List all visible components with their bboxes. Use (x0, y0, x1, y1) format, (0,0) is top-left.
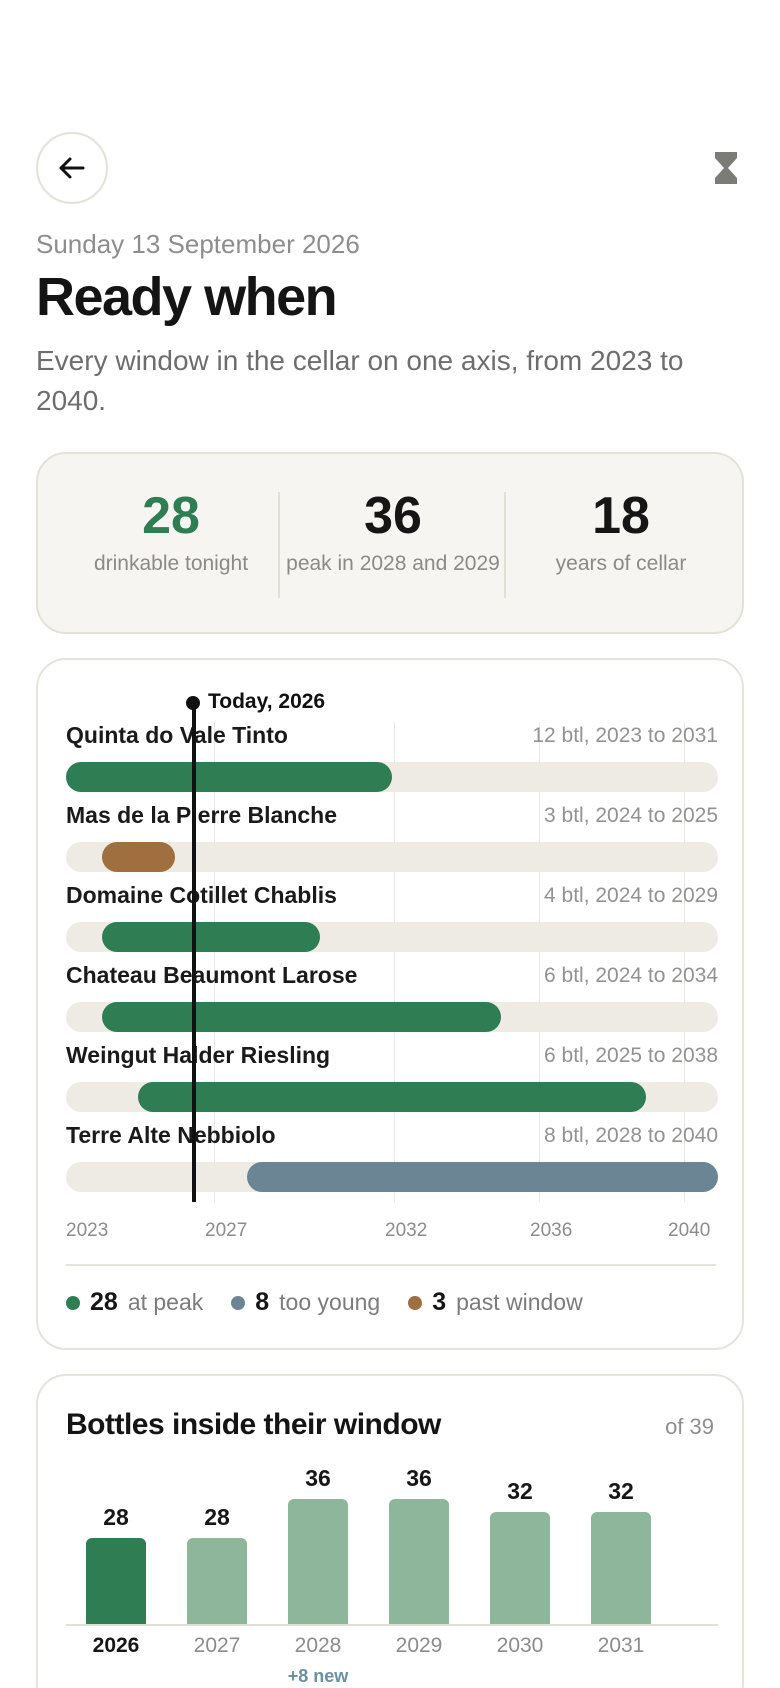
wine-name: Domaine Cotillet Chablis (66, 882, 337, 908)
legend-count: 28 (90, 1288, 118, 1316)
page-title: Ready when (36, 267, 338, 327)
wine-window-meta: 4 btl, 2024 to 2029 (544, 884, 718, 907)
bar-year-label: 2026 (92, 1634, 140, 1657)
wine-window-meta: 12 btl, 2023 to 2031 (532, 724, 718, 747)
drinking-window-bar (102, 842, 175, 872)
chart-baseline (66, 1624, 718, 1626)
legend-dot (408, 1295, 423, 1310)
wine-window-meta: 8 btl, 2028 to 2040 (544, 1124, 718, 1147)
window-track (66, 1002, 718, 1032)
legend-label: at peak (127, 1289, 204, 1315)
today-marker-label: Today, 2026 (208, 690, 326, 713)
wine-name: Chateau Beaumont Larose (66, 962, 358, 988)
bar-value-label: 32 (608, 1477, 634, 1504)
stat-drinkable-tonight: 28 drinkable tonight (60, 486, 282, 578)
wine-row[interactable]: Mas de la Pierre Blanche 3 btl, 2024 to 2… (66, 802, 718, 874)
window-track (66, 762, 718, 792)
stat-label: peak in 2028 and 2029 (286, 552, 500, 575)
legend-count: 3 (432, 1288, 447, 1316)
wine-name: Mas de la Pierre Blanche (66, 802, 338, 828)
drinking-window-bar (102, 922, 320, 952)
hourglass-icon[interactable] (713, 150, 739, 186)
year-bar[interactable] (288, 1499, 348, 1624)
bar-year-label: 2031 (597, 1634, 645, 1657)
drinking-window-timeline: Quinta do Vale Tinto 12 btl, 2023 to 2031… (36, 658, 744, 1350)
drinking-window-bar (102, 1002, 501, 1032)
stat-value: 28 (142, 487, 200, 545)
legend-label: past window (456, 1289, 583, 1315)
chart-total: of 39 (665, 1414, 714, 1439)
bar-value-label: 32 (507, 1477, 533, 1504)
wine-window-meta: 6 btl, 2024 to 2034 (544, 964, 718, 987)
arrow-left-icon (59, 157, 85, 179)
window-track (66, 922, 718, 952)
year-bar[interactable] (187, 1537, 247, 1624)
year-bar[interactable] (86, 1537, 146, 1624)
year-bar[interactable] (591, 1511, 651, 1624)
drinking-window-bar (66, 762, 392, 792)
today-marker-dot (186, 696, 200, 710)
axis-tick-label: 2023 (66, 1220, 109, 1241)
legend-label: too young (279, 1289, 381, 1315)
axis-tick-label: 2040 (668, 1220, 711, 1241)
today-marker-line (192, 702, 196, 1202)
wine-window-meta: 3 btl, 2024 to 2025 (544, 804, 718, 827)
wine-row[interactable]: Terre Alte Nebbiolo 8 btl, 2028 to 2040 (66, 1122, 718, 1194)
legend-divider (66, 1264, 716, 1266)
stat-divider (278, 492, 280, 598)
legend-count: 8 (255, 1288, 270, 1316)
legend-item-too-young: 8 too young (231, 1288, 380, 1317)
bottles-in-window-chart: Bottles inside their window of 39 28 2026… (36, 1374, 744, 1688)
year-bar[interactable] (490, 1511, 550, 1624)
window-track (66, 842, 718, 872)
legend-item-at-peak: 28 at peak (66, 1288, 203, 1317)
bar-year-label: 2027 (193, 1634, 241, 1657)
stat-years-of-cellar: 18 years of cellar (510, 486, 732, 578)
bar-value-label: 28 (103, 1503, 129, 1530)
chart-title: Bottles inside their window (66, 1408, 441, 1441)
bar-value-label: 28 (204, 1503, 230, 1530)
legend-item-past-window: 3 past window (408, 1288, 583, 1317)
legend-dot (231, 1295, 246, 1310)
axis-tick-label: 2036 (530, 1220, 573, 1241)
axis-tick-label: 2032 (385, 1220, 428, 1241)
year-bar[interactable] (389, 1499, 449, 1624)
bar-year-label: 2029 (395, 1634, 443, 1657)
stat-peak-years: 36 peak in 2028 and 2029 (282, 486, 504, 578)
wine-name: Weingut Halder Riesling (66, 1042, 331, 1068)
stat-label: years of cellar (555, 552, 687, 575)
bar-year-label: 2028 (294, 1634, 342, 1657)
wine-name: Terre Alte Nebbiolo (66, 1122, 276, 1148)
bar-value-label: 36 (305, 1465, 331, 1492)
page-date: Sunday 13 September 2026 (36, 229, 360, 259)
page-subtitle: Every window in the cellar on one axis, … (36, 345, 684, 416)
wine-row[interactable]: Domaine Cotillet Chablis 4 btl, 2024 to 2… (66, 882, 718, 954)
drinking-window-bar (138, 1082, 646, 1112)
stat-divider (504, 492, 506, 598)
axis-tick-label: 2027 (205, 1220, 248, 1241)
wine-window-meta: 6 btl, 2025 to 2038 (544, 1044, 718, 1067)
bar-note-label: +8 new (287, 1666, 349, 1686)
stat-value: 36 (364, 487, 422, 545)
wine-row[interactable]: Quinta do Vale Tinto 12 btl, 2023 to 2031 (66, 722, 718, 794)
stat-value: 18 (592, 487, 650, 545)
stat-label: drinkable tonight (93, 552, 249, 575)
stats-card: 28 drinkable tonight 36 peak in 2028 and… (36, 452, 744, 634)
wine-row[interactable]: Weingut Halder Riesling 6 btl, 2025 to 20… (66, 1042, 718, 1114)
status-legend: 28 at peak 8 too young 3 past window (66, 1288, 611, 1317)
wine-row[interactable]: Chateau Beaumont Larose 6 btl, 2024 to 20… (66, 962, 718, 1034)
bar-value-label: 36 (406, 1465, 432, 1492)
wine-name: Quinta do Vale Tinto (66, 722, 288, 748)
window-track (66, 1162, 718, 1192)
window-track (66, 1082, 718, 1112)
back-button[interactable] (36, 132, 108, 204)
drinking-window-bar (247, 1162, 718, 1192)
bar-year-label: 2030 (496, 1634, 544, 1657)
legend-dot (66, 1295, 80, 1310)
